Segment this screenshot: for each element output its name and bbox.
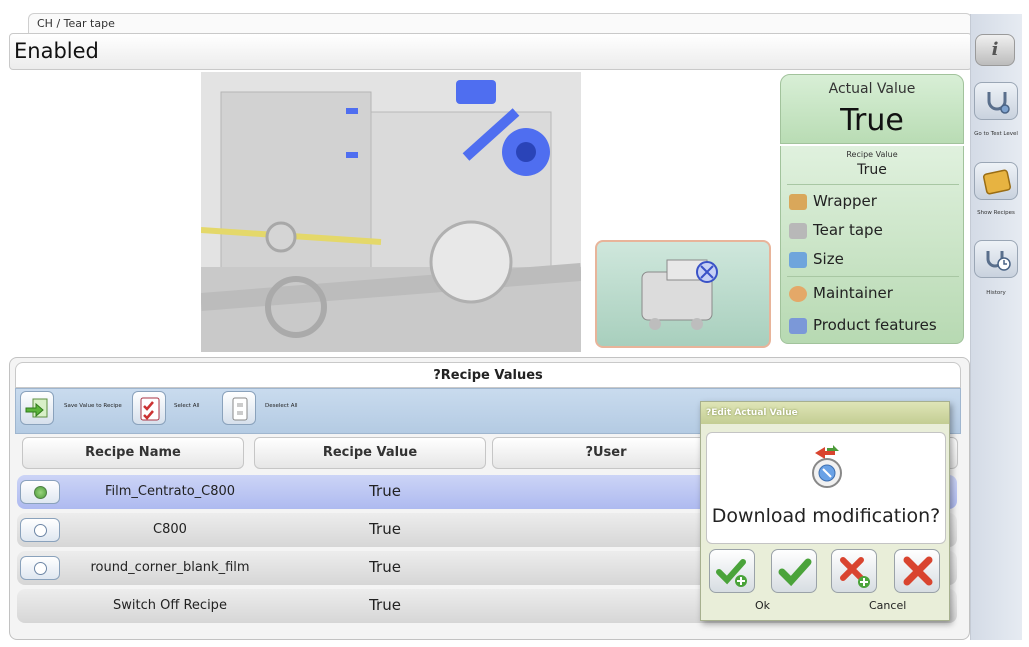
machine-thumbnail[interactable] [595, 240, 771, 348]
recipe-value-label: Recipe Value [846, 150, 898, 159]
recipe-value: True [369, 482, 401, 500]
dialog-message: Download modification? [711, 505, 941, 527]
select-all-button[interactable] [132, 391, 166, 425]
recipe-value-panel: Recipe Value True Wrapper Tear tape Size… [780, 146, 964, 344]
recipe-book-icon [982, 169, 1012, 195]
feature-maintainer[interactable]: Maintainer [789, 280, 893, 306]
recipe-value: True [857, 162, 887, 178]
info-button[interactable]: i [975, 34, 1015, 66]
check-icon [778, 558, 812, 587]
recipe-name: C800 [153, 522, 187, 537]
cancel-label: Cancel [869, 599, 907, 612]
show-recipes-button[interactable] [974, 162, 1018, 200]
row-radio[interactable] [20, 480, 60, 504]
divider [787, 276, 959, 277]
row-radio[interactable] [20, 556, 60, 580]
feature-size[interactable]: Size [789, 246, 844, 272]
sidebar-item-label: Go to Test Level [974, 131, 1018, 137]
info-icon: i [991, 39, 999, 60]
divider [787, 184, 959, 185]
maintainer-icon [789, 285, 807, 302]
edit-actual-value-dialog: ?Edit Actual Value Download modification… [700, 401, 950, 621]
radio-selected-indicator [34, 486, 47, 499]
cancel-all-button[interactable] [831, 549, 877, 593]
page-title: Enabled [9, 33, 972, 70]
feature-tear-tape[interactable]: Tear tape [789, 217, 883, 243]
column-header-recipe-name[interactable]: Recipe Name [22, 437, 244, 469]
breadcrumb: CH / Tear tape [28, 13, 972, 35]
dialog-title: ?Edit Actual Value [701, 402, 949, 424]
tear-tape-icon [789, 222, 807, 239]
close-icon [903, 556, 933, 586]
deselect-all-button[interactable] [222, 391, 256, 425]
save-value-label: Save Value to Recipe [64, 403, 122, 409]
actual-value-panel: Actual Value True [780, 74, 964, 144]
product-features-icon [789, 317, 807, 334]
select-all-icon [140, 397, 160, 421]
actual-value-label: Actual Value [828, 81, 916, 97]
feature-product-features[interactable]: Product features [789, 312, 937, 338]
sidebar-item-label: History [986, 290, 1006, 296]
machine-render [201, 72, 581, 352]
feature-wrapper[interactable]: Wrapper [789, 188, 877, 214]
wrapper-icon [789, 193, 807, 210]
recipe-name: Switch Off Recipe [113, 598, 227, 613]
radio-indicator [34, 562, 47, 575]
stethoscope-icon [987, 92, 1010, 114]
check-plus-icon [716, 559, 747, 587]
go-to-test-level-button[interactable] [974, 82, 1018, 120]
size-icon [789, 251, 807, 268]
recipe-name: round_corner_blank_film [90, 560, 250, 575]
ok-label: Ok [755, 599, 771, 612]
cross-plus-icon [840, 557, 870, 588]
radio-indicator [34, 524, 47, 537]
download-modification-icon [812, 445, 842, 488]
column-header-user[interactable]: ?User [492, 437, 720, 469]
deselect-all-label: Deselect All [265, 403, 298, 409]
cancel-button[interactable] [894, 549, 940, 593]
history-icon [986, 251, 1011, 271]
deselect-all-icon [232, 397, 248, 421]
ok-all-button[interactable] [709, 549, 755, 593]
save-to-recipe-icon [25, 398, 48, 418]
recipe-value: True [369, 520, 401, 538]
row-radio[interactable] [20, 518, 60, 542]
recipe-value: True [369, 558, 401, 576]
ok-button[interactable] [771, 549, 817, 593]
history-button[interactable] [974, 240, 1018, 278]
recipe-name: Film_Centrato_C800 [104, 484, 236, 499]
save-value-to-recipe-button[interactable] [20, 391, 54, 425]
sidebar-item-label: Show Recipes [977, 210, 1015, 216]
dialog-body: Download modification? [706, 432, 946, 544]
recipe-value: True [369, 596, 401, 614]
select-all-label: Select All [174, 403, 200, 409]
recipe-values-title: ?Recipe Values [15, 362, 961, 388]
actual-value: True [840, 103, 904, 138]
column-header-recipe-value[interactable]: Recipe Value [254, 437, 486, 469]
